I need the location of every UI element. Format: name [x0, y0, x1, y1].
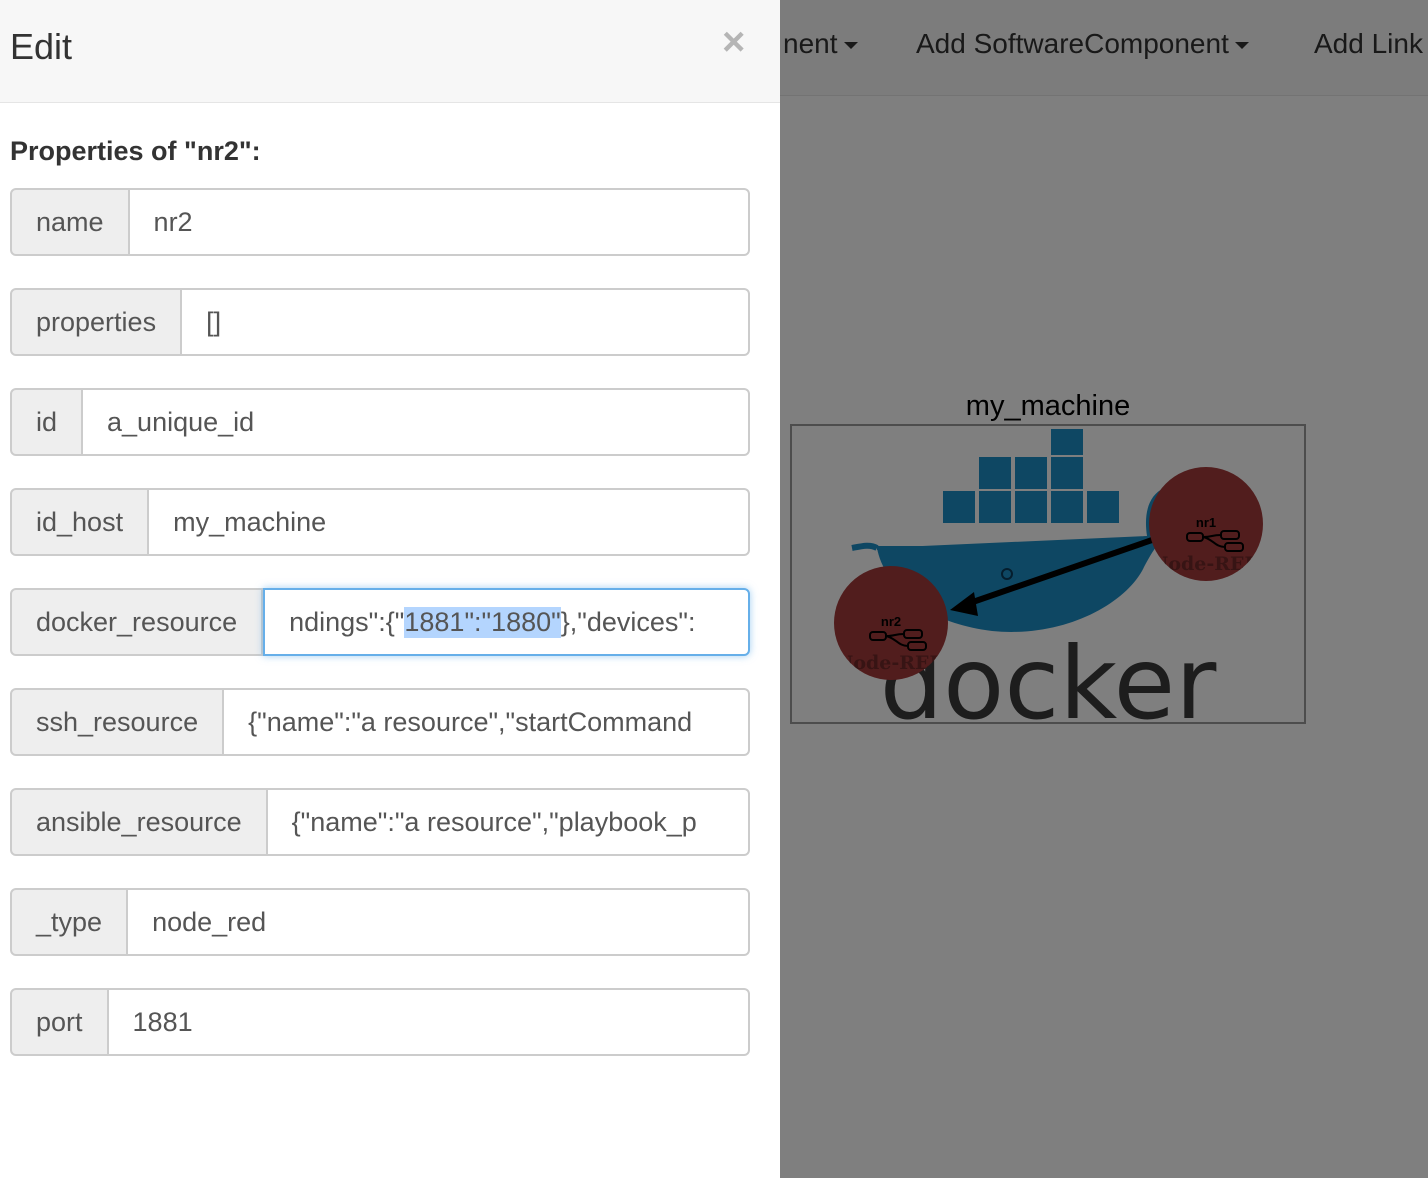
field-label: ansible_resource	[10, 788, 268, 856]
type-input[interactable]: node_red	[128, 888, 750, 956]
field-row-type: _type node_red	[10, 888, 750, 956]
field-row-properties: properties []	[10, 288, 750, 356]
properties-heading: Properties of "nr2":	[10, 136, 261, 166]
field-label: port	[10, 988, 109, 1056]
id-input[interactable]: a_unique_id	[83, 388, 750, 456]
field-label: docker_resource	[10, 588, 264, 656]
close-icon[interactable]: ×	[722, 22, 745, 62]
input-text: ndings":{"	[289, 606, 405, 637]
edit-panel: Edit × Properties of "nr2": name nr2 pro…	[0, 0, 780, 1178]
field-row-id: id a_unique_id	[10, 388, 750, 456]
docker-resource-input[interactable]: ndings":{" 1881":"1880"},"devices":	[263, 588, 750, 656]
port-input[interactable]: 1881	[108, 988, 750, 1056]
field-row-name: name nr2	[10, 188, 750, 256]
input-text: },"devices":	[560, 606, 696, 637]
panel-title: Edit	[10, 26, 73, 67]
name-input[interactable]: nr2	[129, 188, 750, 256]
field-label: name	[10, 188, 130, 256]
field-row-ansible-resource: ansible_resource {"name":"a resource","p…	[10, 788, 750, 856]
field-label: properties	[10, 288, 183, 356]
selected-text: 1881":"1880"	[404, 606, 561, 638]
ssh-resource-input[interactable]: {"name":"a resource","startCommand	[224, 688, 750, 756]
field-row-docker-resource: docker_resource ndings":{" 1881":"1880"},…	[10, 588, 750, 656]
id-host-input[interactable]: my_machine	[149, 488, 750, 556]
field-label: _type	[10, 888, 129, 956]
field-row-id-host: id_host my_machine	[10, 488, 750, 556]
ansible-resource-input[interactable]: {"name":"a resource","playbook_p	[267, 788, 750, 856]
field-label: ssh_resource	[10, 688, 225, 756]
field-row-port: port 1881	[10, 988, 750, 1056]
field-label: id	[10, 388, 84, 456]
field-label: id_host	[10, 488, 150, 556]
panel-header: Edit ×	[0, 0, 780, 103]
field-row-ssh-resource: ssh_resource {"name":"a resource","start…	[10, 688, 750, 756]
properties-input[interactable]: []	[182, 288, 750, 356]
